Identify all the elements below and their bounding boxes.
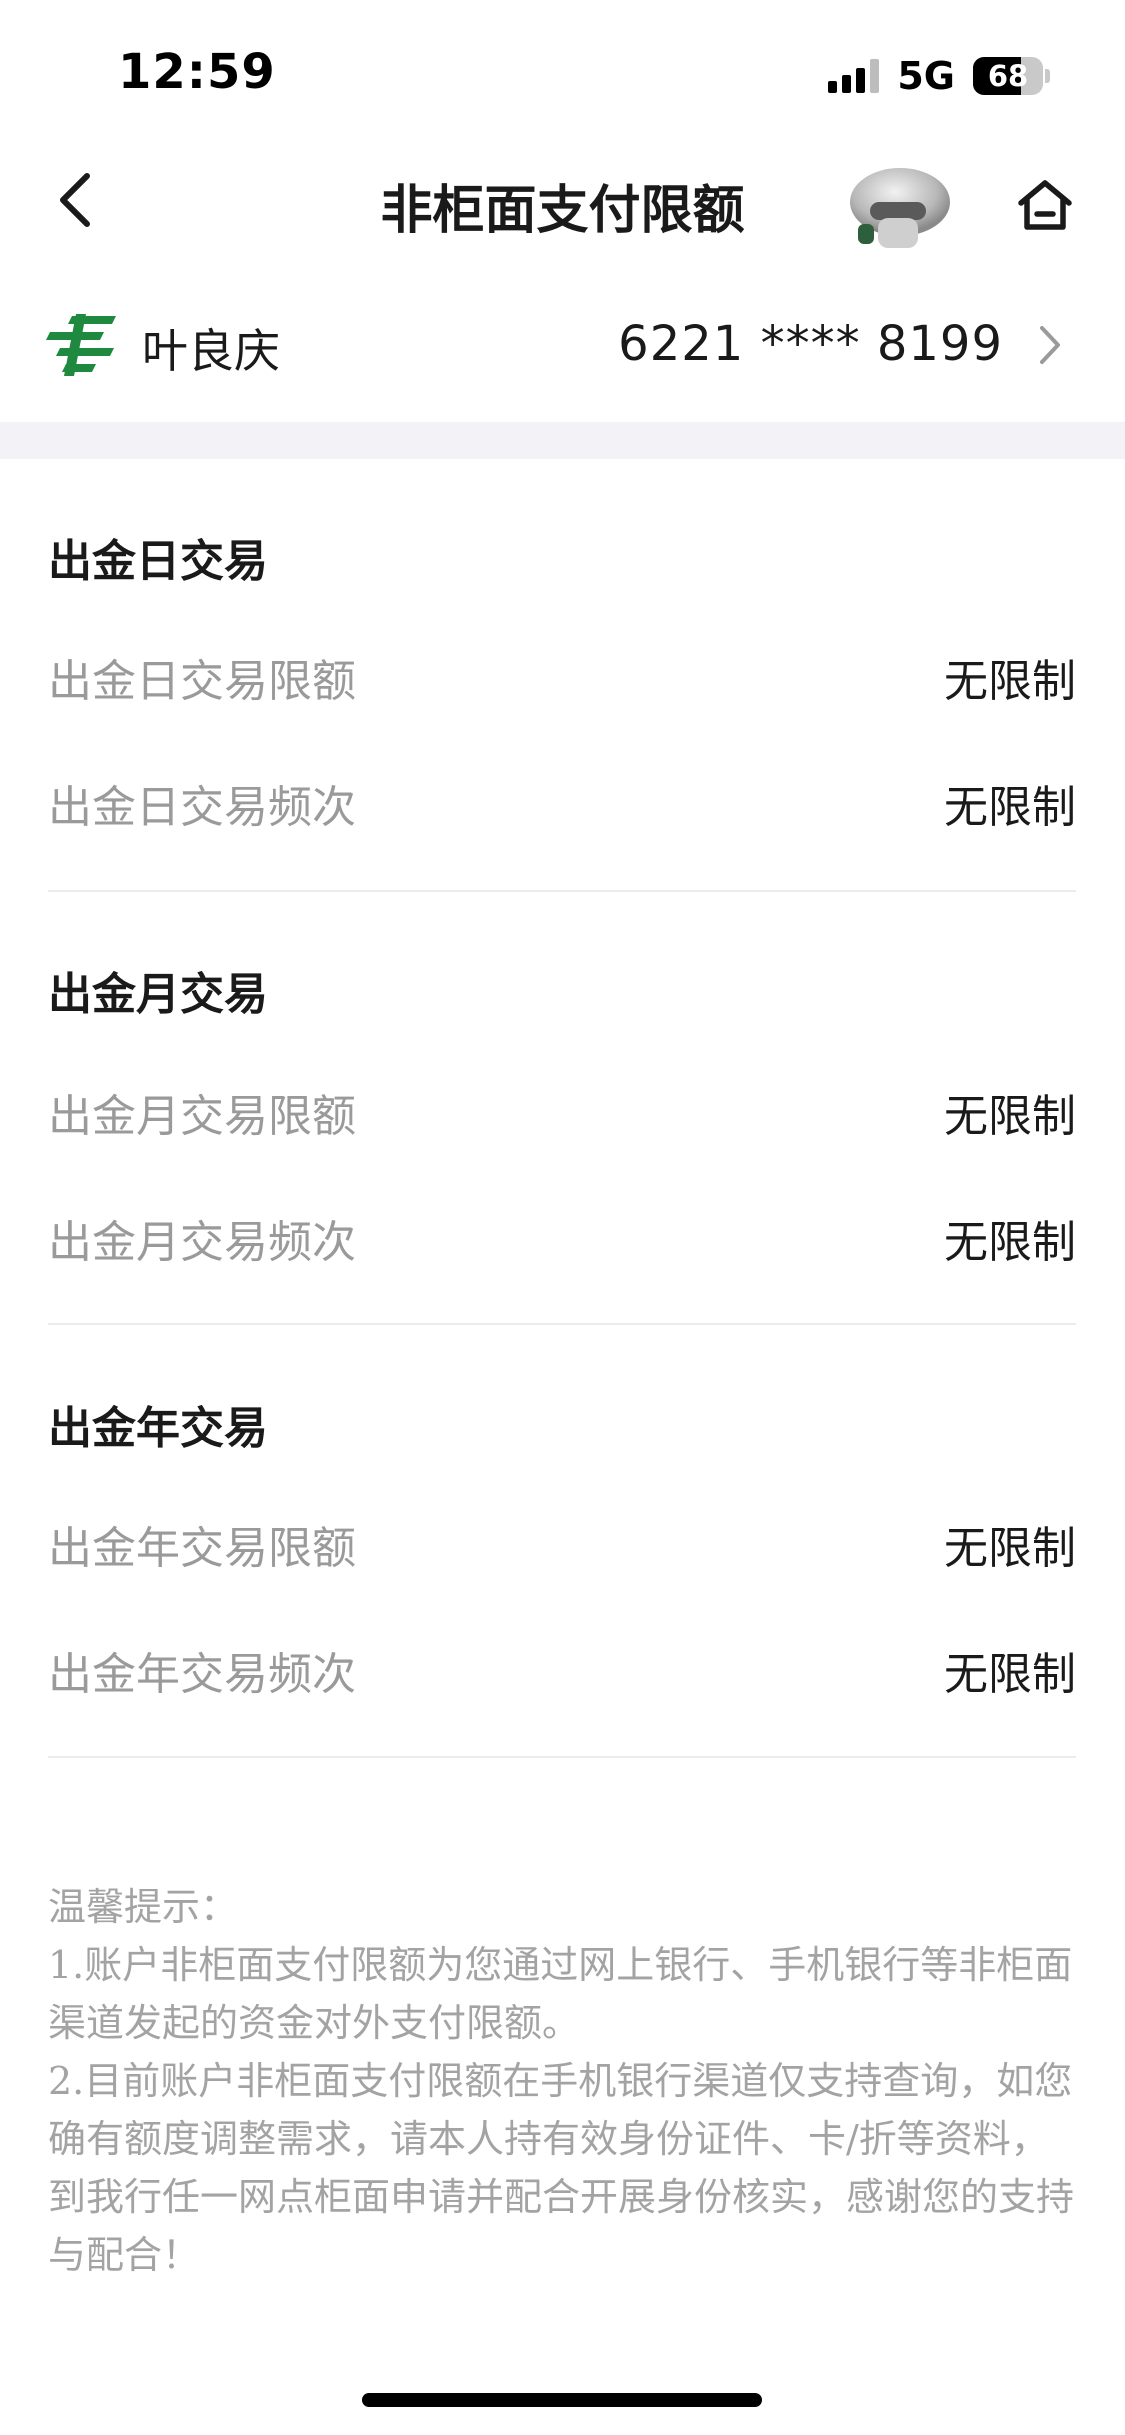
limit-value: 无限制 xyxy=(944,1523,1076,1574)
limit-label: 出金月交易频次 xyxy=(48,1217,356,1268)
limit-row-monthly-frequency: 出金月交易频次 无限制 xyxy=(48,1206,1076,1268)
assistant-avatar[interactable] xyxy=(848,162,956,250)
group-title: 出金日交易 xyxy=(48,536,268,587)
limit-label: 出金日交易频次 xyxy=(48,782,356,833)
page-title: 非柜面支付限额 xyxy=(380,181,745,241)
limit-row-daily-amount: 出金日交易限额 无限制 xyxy=(48,645,1076,707)
status-time: 12:59 xyxy=(118,44,276,100)
account-number: 6221 **** 8199 xyxy=(618,316,1003,372)
limit-label: 出金年交易频次 xyxy=(48,1649,356,1700)
chevron-right-icon xyxy=(1030,320,1070,370)
bank-logo-icon xyxy=(46,314,116,376)
limit-row-yearly-amount: 出金年交易限额 无限制 xyxy=(48,1512,1076,1574)
limit-value: 无限制 xyxy=(944,1649,1076,1700)
section-separator xyxy=(0,422,1125,459)
navigation-bar: 非柜面支付限额 xyxy=(0,140,1125,265)
home-indicator xyxy=(362,2393,762,2407)
limit-row-yearly-frequency: 出金年交易频次 无限制 xyxy=(48,1638,1076,1700)
notice-heading: 温馨提示： xyxy=(48,1885,239,1929)
signal-icon xyxy=(828,59,880,93)
group-title: 出金年交易 xyxy=(48,1403,268,1454)
limit-value: 无限制 xyxy=(944,1091,1076,1142)
notice-item-2: 2.目前账户非柜面支付限额在手机银行渠道仅支持查询，如您确有额度调整需求，请本人… xyxy=(48,2059,1075,2277)
limit-label: 出金月交易限额 xyxy=(48,1091,356,1142)
account-selector[interactable]: 叶良庆 6221 **** 8199 xyxy=(0,290,1125,400)
battery-icon: 68 xyxy=(973,57,1043,95)
limit-value: 无限制 xyxy=(944,1217,1076,1268)
battery-cap xyxy=(1045,69,1050,83)
limit-value: 无限制 xyxy=(944,656,1076,707)
limit-row-monthly-amount: 出金月交易限额 无限制 xyxy=(48,1080,1076,1142)
limit-label: 出金年交易限额 xyxy=(48,1523,356,1574)
limit-row-daily-frequency: 出金日交易频次 无限制 xyxy=(48,771,1076,833)
group-title: 出金月交易 xyxy=(48,969,268,1020)
account-holder-name: 叶良庆 xyxy=(142,324,280,378)
group-divider xyxy=(48,890,1076,892)
battery-level: 68 xyxy=(987,59,1029,93)
robot-assistant-icon xyxy=(850,168,950,248)
limit-value: 无限制 xyxy=(944,782,1076,833)
home-button[interactable] xyxy=(1010,170,1080,240)
home-icon xyxy=(1018,180,1072,230)
limit-label: 出金日交易限额 xyxy=(48,656,356,707)
network-type: 5G xyxy=(897,54,955,98)
notice-item-1: 1.账户非柜面支付限额为您通过网上银行、手机银行等非柜面渠道发起的资金对外支付限… xyxy=(48,1943,1073,2045)
group-divider xyxy=(48,1756,1076,1758)
group-divider xyxy=(48,1323,1076,1325)
status-indicators: 5G 68 xyxy=(828,52,1050,100)
notice-text: 温馨提示： 1.账户非柜面支付限额为您通过网上银行、手机银行等非柜面渠道发起的资… xyxy=(48,1878,1078,2284)
status-bar: 12:59 5G 68 xyxy=(0,0,1125,140)
